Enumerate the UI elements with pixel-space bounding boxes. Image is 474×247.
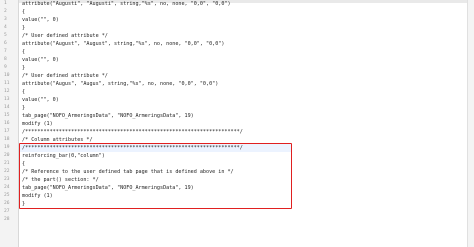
line-number: 5 xyxy=(4,33,7,38)
line-number: 26 xyxy=(4,201,10,206)
vertical-scrollbar[interactable] xyxy=(467,0,474,247)
code-line[interactable]: 12 { xyxy=(0,88,474,96)
code-line[interactable]: 5 /* User defined attribute */ xyxy=(0,32,474,40)
line-number: 24 xyxy=(4,185,10,190)
code-text[interactable]: tab_page("NOFO_ArmeringsData", "NOFO_Arm… xyxy=(22,112,194,120)
code-text[interactable]: { xyxy=(22,88,25,96)
code-line[interactable]: 28 xyxy=(0,216,474,224)
line-number: 18 xyxy=(4,137,10,142)
code-line[interactable]: 4} xyxy=(0,24,474,32)
line-number: 4 xyxy=(4,25,7,30)
code-text[interactable]: attribute("Augus", "Augus", string,"%s",… xyxy=(22,80,218,88)
code-line[interactable]: 8 value("", 0) xyxy=(0,56,474,64)
code-text[interactable]: value("", 0) xyxy=(22,96,59,104)
code-text[interactable]: /***************************************… xyxy=(22,128,243,136)
line-number: 16 xyxy=(4,121,10,126)
code-line[interactable]: 1 attribute("Augusti", "Augusti", string,… xyxy=(0,0,474,8)
line-number: 11 xyxy=(4,81,10,86)
code-line[interactable]: 10 /* User defined attribute */ xyxy=(0,72,474,80)
red-annotation-box xyxy=(19,143,292,209)
code-text[interactable]: } xyxy=(22,104,25,112)
code-text[interactable]: attribute("August", "August", string,"%s… xyxy=(22,40,224,48)
line-number: 9 xyxy=(4,65,7,70)
line-number: 6 xyxy=(4,41,7,46)
line-number: 25 xyxy=(4,193,10,198)
code-line[interactable]: 3 value("", 0) xyxy=(0,16,474,24)
code-line[interactable]: 13 value("", 0) xyxy=(0,96,474,104)
line-number: 19 xyxy=(4,145,10,150)
code-text[interactable]: /* User defined attribute */ xyxy=(22,32,108,40)
code-text[interactable]: modify (1) xyxy=(22,120,53,128)
line-number: 27 xyxy=(4,209,10,214)
code-text[interactable]: } xyxy=(22,64,25,72)
line-number: 1 xyxy=(4,1,7,6)
code-line[interactable]: 15 tab_page("NOFO_ArmeringsData", "NOFO_A… xyxy=(0,112,474,120)
line-number: 23 xyxy=(4,177,10,182)
line-number: 13 xyxy=(4,97,10,102)
code-line[interactable]: 16 modify (1) xyxy=(0,120,474,128)
code-line[interactable]: 17 /*************************************… xyxy=(0,128,474,136)
line-number: 14 xyxy=(4,105,10,110)
code-line[interactable]: 9} xyxy=(0,64,474,72)
line-number: 7 xyxy=(4,49,7,54)
code-text[interactable]: { xyxy=(22,8,25,16)
line-number: 2 xyxy=(4,9,7,14)
code-text[interactable]: value("", 0) xyxy=(22,56,59,64)
code-line[interactable]: 11 attribute("Augus", "Augus", string,"%s… xyxy=(0,80,474,88)
code-text[interactable]: value("", 0) xyxy=(22,16,59,24)
line-number: 15 xyxy=(4,113,10,118)
code-line[interactable]: 7{ xyxy=(0,48,474,56)
line-number: 8 xyxy=(4,57,7,62)
line-number: 28 xyxy=(4,217,10,222)
line-number: 22 xyxy=(4,169,10,174)
code-editor[interactable]: 1 attribute("Augusti", "Augusti", string,… xyxy=(0,0,474,247)
line-number: 12 xyxy=(4,89,10,94)
code-line[interactable]: 2{ xyxy=(0,8,474,16)
line-number: 10 xyxy=(4,73,10,78)
code-text[interactable]: } xyxy=(22,24,25,32)
code-line[interactable]: 14} xyxy=(0,104,474,112)
line-number: 3 xyxy=(4,17,7,22)
code-line[interactable]: 6 attribute("August", "August", string,"%… xyxy=(0,40,474,48)
code-text[interactable]: { xyxy=(22,48,25,56)
line-number: 17 xyxy=(4,129,10,134)
line-number: 20 xyxy=(4,153,10,158)
line-number: 21 xyxy=(4,161,10,166)
code-line[interactable]: 27 xyxy=(0,208,474,216)
code-text[interactable]: /* User defined attribute */ xyxy=(22,72,108,80)
code-text[interactable]: attribute("Augusti", "Augusti", string,"… xyxy=(22,0,231,8)
